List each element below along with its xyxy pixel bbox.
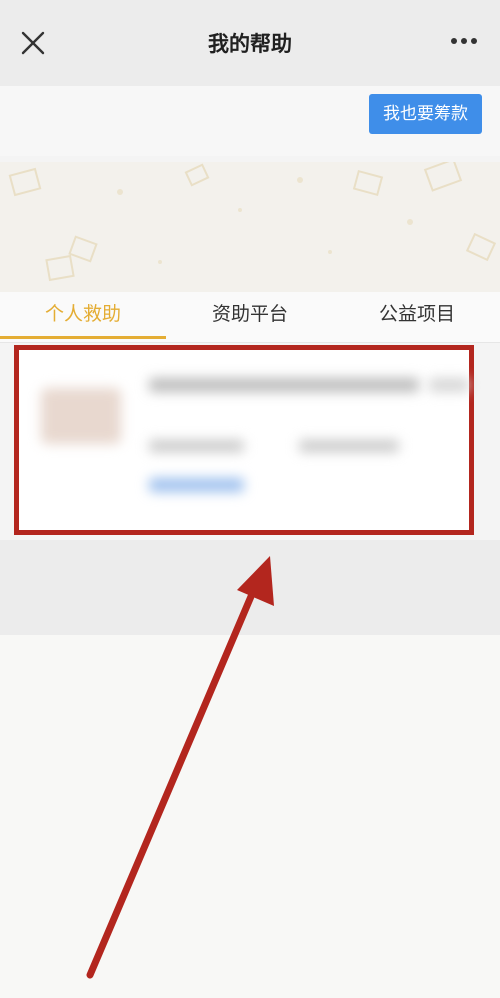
tab-bar: 个人救助 资助平台 公益项目 [0, 292, 500, 343]
decorative-banner [0, 162, 500, 292]
navigation-bar: 我的帮助 [0, 0, 500, 86]
tab-personal-aid[interactable]: 个人救助 [0, 292, 166, 342]
highlighted-project-card[interactable] [14, 345, 474, 535]
action-bar: 我也要筹款 [0, 86, 500, 156]
empty-area [0, 635, 500, 998]
blurred-detail [299, 440, 399, 452]
blurred-title-end [429, 378, 469, 392]
confetti-pattern [8, 162, 497, 282]
tab-funding-platform[interactable]: 资助平台 [167, 292, 333, 342]
empty-area [0, 540, 500, 635]
raise-funds-button[interactable]: 我也要筹款 [369, 94, 482, 134]
tab-charity-projects[interactable]: 公益项目 [334, 292, 500, 342]
project-thumbnail [41, 388, 121, 444]
blurred-detail [149, 440, 244, 452]
blurred-status-tag [149, 478, 244, 492]
blurred-title [149, 378, 419, 392]
more-dots-icon[interactable] [450, 34, 478, 48]
page-title: 我的帮助 [208, 32, 292, 56]
